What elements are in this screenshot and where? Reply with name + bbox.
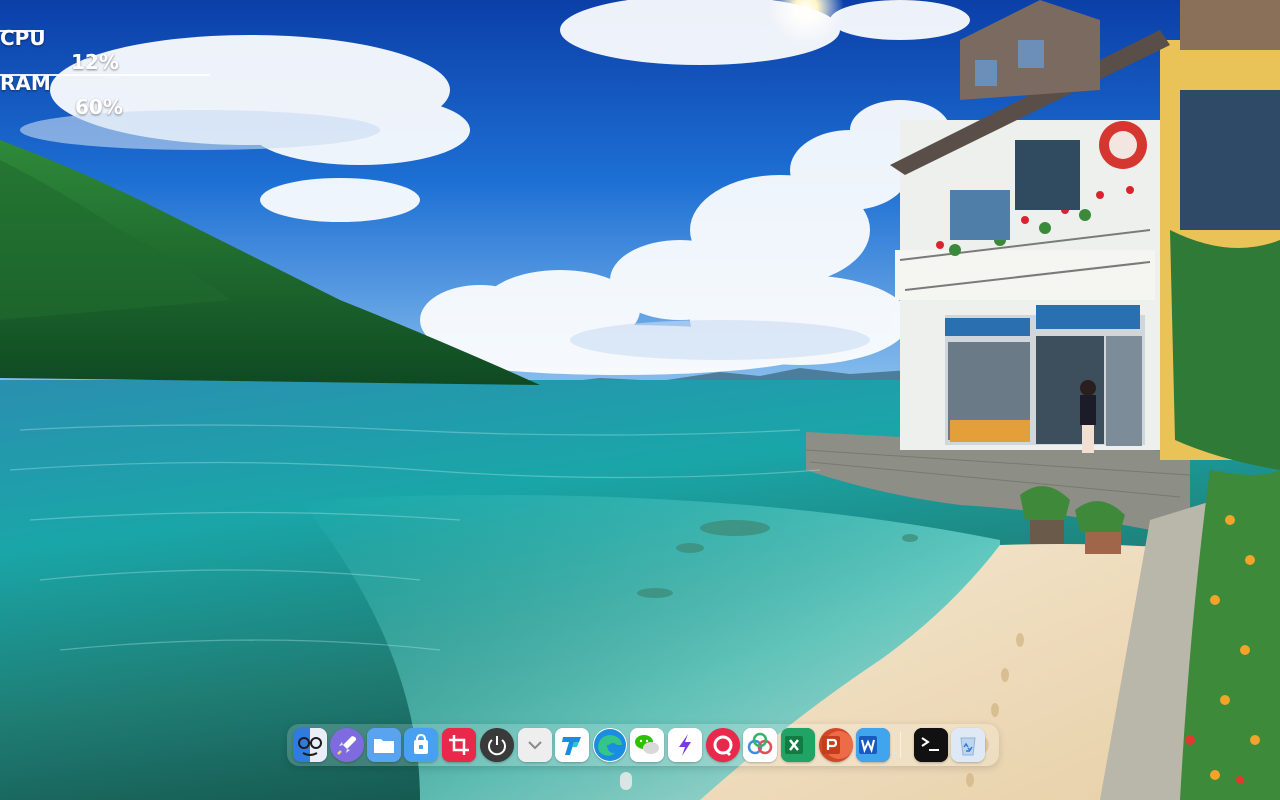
finder-face-icon[interactable] [293,728,327,762]
chevron-down-icon[interactable] [518,728,552,762]
dock [287,724,999,790]
folder-icon[interactable] [367,728,401,762]
edge-browser-icon[interactable] [593,728,627,762]
system-monitor-widget: CPU 12% RAM 60% [0,0,212,119]
cpu-value: 12% [71,50,119,74]
power-icon[interactable] [480,728,514,762]
word-icon[interactable] [856,728,890,762]
ram-underline [0,74,210,76]
cloud-drive-icon[interactable] [743,728,777,762]
ring-app-icon[interactable] [706,728,740,762]
rocket-launcher-icon[interactable] [330,728,364,762]
dock-separator [900,732,901,758]
crop-tool-icon[interactable] [442,728,476,762]
app-store-bag-icon[interactable] [404,728,438,762]
ram-row: RAM 60% [0,47,123,143]
cpu-underline [0,30,42,32]
excel-icon[interactable] [781,728,815,762]
running-indicator [620,772,632,790]
desktop-wallpaper [0,0,1280,800]
wechat-icon[interactable] [630,728,664,762]
powerpoint-icon[interactable] [819,728,853,762]
ram-value: 60% [75,95,123,119]
feishu-t-icon[interactable] [555,728,589,762]
terminal-icon[interactable] [914,728,948,762]
lightning-app-icon[interactable] [668,728,702,762]
recycle-bin-icon[interactable] [951,728,985,762]
